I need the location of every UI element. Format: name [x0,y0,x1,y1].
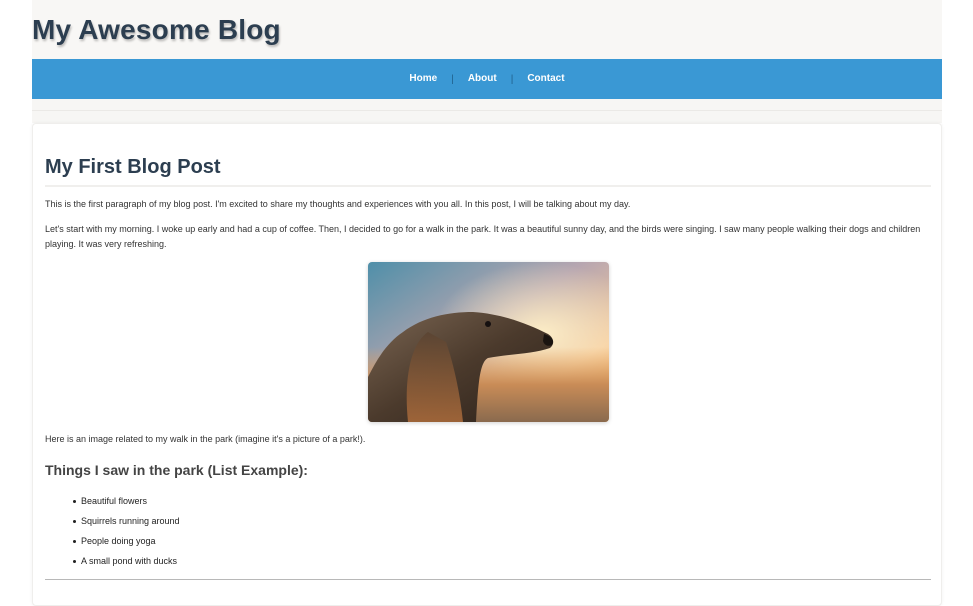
header-spacer-band [32,99,942,123]
bottom-divider [45,579,931,580]
post-title: My First Blog Post [45,156,221,178]
divider [32,110,942,111]
blog-post-card: My First Blog Post This is the first par… [32,123,942,606]
nav-link-home[interactable]: Home [395,59,451,99]
post-paragraph: Let's start with my morning. I woke up e… [45,224,921,249]
list-item: People doing yoga [73,531,180,551]
list-item: A small pond with ducks [73,551,180,571]
site-title: My Awesome Blog [32,14,281,45]
site-header: My Awesome Blog [32,0,942,59]
title-divider [45,185,931,187]
list-item: Squirrels running around [73,511,180,531]
list-item: Beautiful flowers [73,491,180,511]
park-list: Beautiful flowers Squirrels running arou… [73,491,180,571]
post-paragraph: This is the first paragraph of my blog p… [45,199,631,209]
list-heading: Things I saw in the park (List Example): [45,462,308,478]
nav-bar: Home | About | Contact [32,59,942,99]
nav-link-contact[interactable]: Contact [513,59,578,99]
image-caption: Here is an image related to my walk in t… [45,434,366,444]
nav-link-about[interactable]: About [454,59,511,99]
post-image [368,262,609,422]
blog-page: My Awesome Blog Home | About | Contact M… [32,0,942,606]
